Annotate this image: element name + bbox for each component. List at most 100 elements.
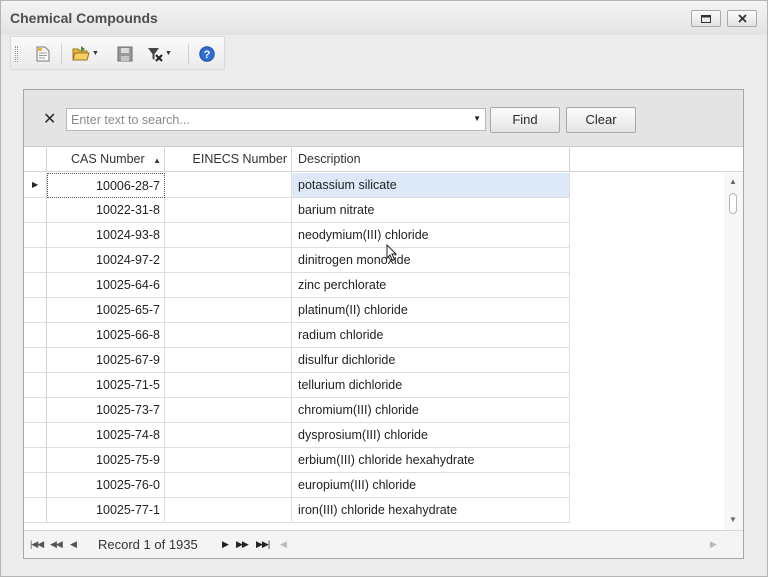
row-indicator[interactable] [24,423,47,448]
row-indicator[interactable] [24,473,47,498]
cell-description[interactable]: iron(III) chloride hexahydrate [292,498,570,523]
cell-cas-number[interactable]: 10025-65-7 [47,298,165,323]
scroll-down-icon[interactable]: ▼ [729,515,737,524]
close-window-button[interactable] [727,10,757,27]
column-header-cas-number[interactable]: CAS Number ▲ [47,148,165,172]
maximize-button[interactable] [691,10,721,27]
cell-description[interactable]: disulfur dichloride [292,348,570,373]
table-row[interactable]: 10024-97-2 dinitrogen monoxide [24,248,570,273]
cell-description[interactable]: europium(III) chloride [292,473,570,498]
cell-einecs-number[interactable] [165,498,292,523]
cell-description[interactable]: dinitrogen monoxide [292,248,570,273]
cell-cas-number[interactable]: 10025-74-8 [47,423,165,448]
table-row[interactable]: 10025-64-6 zinc perchlorate [24,273,570,298]
cell-description[interactable]: tellurium dichloride [292,373,570,398]
clear-filter-button[interactable]: ▼ [147,42,172,65]
cell-cas-number[interactable]: 10024-93-8 [47,223,165,248]
scroll-up-icon[interactable]: ▲ [729,177,737,186]
cell-description[interactable]: erbium(III) chloride hexahydrate [292,448,570,473]
next-record-icon[interactable]: ▶ [222,539,229,550]
cell-cas-number[interactable]: 10025-67-9 [47,348,165,373]
row-indicator[interactable] [24,448,47,473]
cell-cas-number[interactable]: 10022-31-8 [47,198,165,223]
search-history-dropdown-icon[interactable]: ▼ [473,114,481,123]
help-button[interactable]: ? [199,42,215,65]
cell-description[interactable]: zinc perchlorate [292,273,570,298]
last-record-icon[interactable]: ▶▶| [256,539,270,550]
row-indicator[interactable] [24,498,47,523]
row-indicator[interactable] [24,373,47,398]
first-record-icon[interactable]: |◀◀ [30,539,44,550]
cell-einecs-number[interactable] [165,248,292,273]
cell-cas-number[interactable]: 10025-76-0 [47,473,165,498]
row-indicator[interactable] [24,198,47,223]
row-indicator[interactable] [24,348,47,373]
cell-einecs-number[interactable] [165,173,292,198]
cell-cas-number[interactable]: 10025-73-7 [47,398,165,423]
cell-einecs-number[interactable] [165,398,292,423]
cell-description[interactable]: platinum(II) chloride [292,298,570,323]
cell-cas-number[interactable]: 10025-75-9 [47,448,165,473]
scroll-left-icon[interactable]: ◀ [280,539,287,550]
row-indicator[interactable] [24,273,47,298]
row-indicator[interactable] [24,223,47,248]
table-row[interactable]: 10024-93-8 neodymium(III) chloride [24,223,570,248]
cell-description[interactable]: dysprosium(III) chloride [292,423,570,448]
row-indicator[interactable] [24,398,47,423]
table-row[interactable]: 10025-65-7 platinum(II) chloride [24,298,570,323]
table-row[interactable]: 10025-74-8 dysprosium(III) chloride [24,423,570,448]
cell-einecs-number[interactable] [165,223,292,248]
cell-einecs-number[interactable] [165,373,292,398]
cell-einecs-number[interactable] [165,423,292,448]
toolbar-grip[interactable] [15,46,18,62]
cell-description[interactable]: barium nitrate [292,198,570,223]
previous-page-icon[interactable]: ◀◀ [50,539,63,550]
table-row[interactable]: ▶ 10006-28-7 potassium silicate [24,173,570,198]
save-button[interactable] [117,42,133,65]
search-input[interactable] [67,109,467,130]
cell-einecs-number[interactable] [165,348,292,373]
table-row[interactable]: 10025-66-8 radium chloride [24,323,570,348]
scroll-thumb[interactable] [729,193,737,214]
table-row[interactable]: 10022-31-8 barium nitrate [24,198,570,223]
vertical-scrollbar[interactable]: ▲ ▼ [724,173,743,530]
cell-cas-number[interactable]: 10025-71-5 [47,373,165,398]
close-find-panel-icon[interactable]: ✕ [43,109,56,129]
cell-einecs-number[interactable] [165,298,292,323]
previous-record-icon[interactable]: ◀ [70,539,77,550]
table-row[interactable]: 10025-77-1 iron(III) chloride hexahydrate [24,498,570,523]
column-header-einecs-number[interactable]: EINECS Number [165,148,292,172]
cell-einecs-number[interactable] [165,323,292,348]
table-row[interactable]: 10025-73-7 chromium(III) chloride [24,398,570,423]
find-button[interactable]: Find [490,107,560,133]
cell-einecs-number[interactable] [165,473,292,498]
cell-cas-number[interactable]: 10006-28-7 [47,173,165,198]
table-row[interactable]: 10025-71-5 tellurium dichloride [24,373,570,398]
cell-cas-number[interactable]: 10024-97-2 [47,248,165,273]
cell-description[interactable]: potassium silicate [292,173,570,198]
cell-description[interactable]: chromium(III) chloride [292,398,570,423]
title-bar[interactable]: Chemical Compounds [1,1,767,35]
table-row[interactable]: 10025-76-0 europium(III) chloride [24,473,570,498]
cell-einecs-number[interactable] [165,448,292,473]
cell-description[interactable]: radium chloride [292,323,570,348]
cell-cas-number[interactable]: 10025-77-1 [47,498,165,523]
clear-filter-dropdown-arrow-icon[interactable]: ▼ [165,50,172,57]
next-page-icon[interactable]: ▶▶ [236,539,249,550]
row-indicator[interactable]: ▶ [24,173,47,198]
new-button[interactable] [36,42,50,65]
clear-button[interactable]: Clear [566,107,636,133]
scroll-right-icon[interactable]: ▶ [710,539,717,550]
open-button[interactable]: ▼ [72,42,99,65]
cell-einecs-number[interactable] [165,198,292,223]
table-row[interactable]: 10025-67-9 disulfur dichloride [24,348,570,373]
cell-cas-number[interactable]: 10025-66-8 [47,323,165,348]
open-dropdown-arrow-icon[interactable]: ▼ [92,50,99,57]
cell-einecs-number[interactable] [165,273,292,298]
table-row[interactable]: 10025-75-9 erbium(III) chloride hexahydra… [24,448,570,473]
search-box[interactable]: ▼ [66,108,486,131]
row-indicator[interactable] [24,323,47,348]
cell-description[interactable]: neodymium(III) chloride [292,223,570,248]
row-indicator[interactable] [24,248,47,273]
column-header-description[interactable]: Description [292,148,570,172]
